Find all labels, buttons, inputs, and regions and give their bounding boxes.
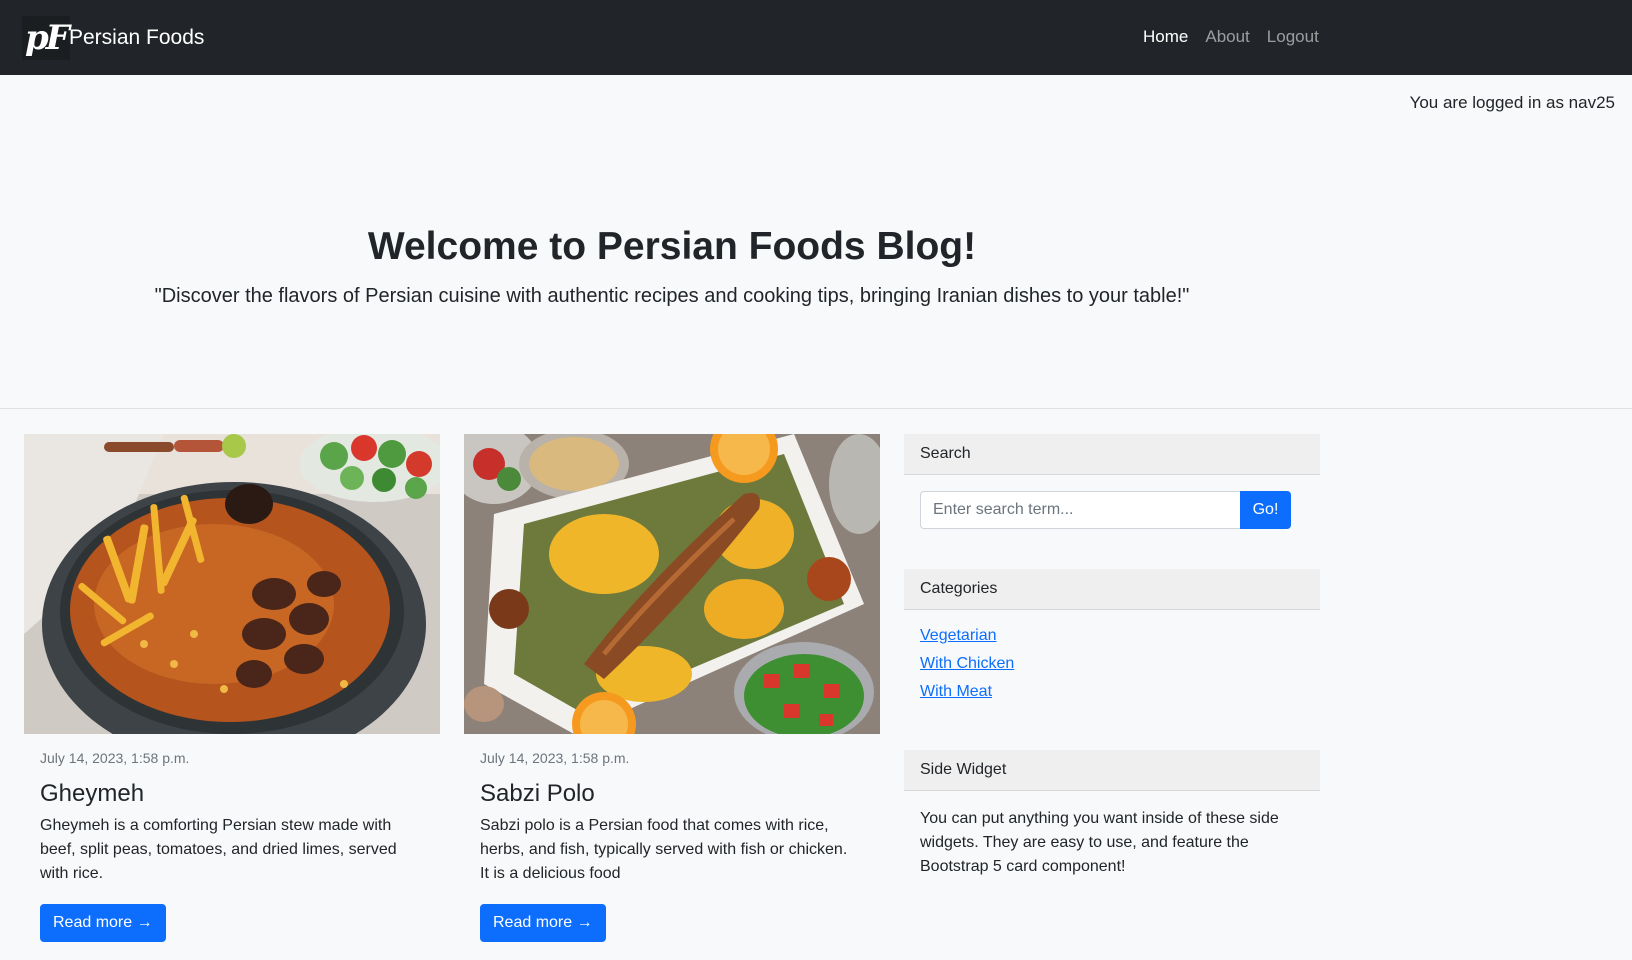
brand-name[interactable]: Persian Foods — [69, 26, 204, 50]
side-widget: Side Widget You can put anything you wan… — [904, 750, 1320, 900]
login-status: You are logged in as nav25 — [1409, 93, 1615, 112]
sabzi-polo-image — [464, 434, 880, 734]
category-link-vegetarian[interactable]: Vegetarian — [920, 627, 997, 644]
stew-bowl-image — [24, 434, 440, 734]
post-title: Sabzi Polo — [480, 780, 595, 807]
section-divider — [0, 408, 1632, 409]
post-card-gheymeh: July 14, 2023, 1:58 p.m. Gheymeh Gheymeh… — [24, 434, 440, 942]
search-row: Go! — [920, 491, 1291, 529]
post-date: July 14, 2023, 1:58 p.m. — [40, 750, 190, 766]
nav-link-home[interactable]: Home — [1143, 27, 1188, 47]
post-title: Gheymeh — [40, 780, 145, 807]
side-widget-text: You can put anything you want inside of … — [920, 810, 1279, 875]
category-item: With Chicken — [920, 655, 1014, 683]
hero-subtitle: "Discover the flavors of Persian cuisine… — [154, 285, 1190, 307]
search-widget: Search Go! — [904, 434, 1320, 544]
search-widget-header: Search — [904, 434, 1320, 475]
category-link-with-chicken[interactable]: With Chicken — [920, 655, 1014, 672]
hero-title: Welcome to Persian Foods Blog! — [367, 225, 977, 268]
post-card-sabzi-polo: July 14, 2023, 1:58 p.m. Sabzi Polo Sabz… — [464, 434, 880, 942]
brand-logo[interactable]: pF — [22, 16, 70, 60]
post-image-gheymeh[interactable] — [24, 434, 440, 734]
category-item: Vegetarian — [920, 627, 1014, 655]
search-go-button[interactable]: Go! — [1240, 491, 1291, 529]
post-image-sabzi-polo[interactable] — [464, 434, 880, 734]
category-link-with-meat[interactable]: With Meat — [920, 683, 992, 700]
post-date: July 14, 2023, 1:58 p.m. — [480, 750, 630, 766]
brand[interactable]: pF Persian Foods — [22, 16, 204, 60]
read-more-button-gheymeh[interactable]: Read more → — [40, 904, 166, 942]
categories-widget: Categories Vegetarian With Chicken With … — [904, 569, 1320, 719]
category-list: Vegetarian With Chicken With Meat — [920, 627, 1014, 711]
post-excerpt: Sabzi polo is a Persian food that comes … — [480, 817, 848, 882]
nav-link-logout[interactable]: Logout — [1267, 27, 1319, 47]
top-navbar: pF Persian Foods Home About Logout — [0, 0, 1632, 75]
side-widget-header: Side Widget — [904, 750, 1320, 791]
category-item: With Meat — [920, 683, 1014, 711]
search-input[interactable] — [920, 491, 1240, 529]
nav-links: Home About Logout — [1143, 27, 1319, 47]
read-more-button-sabzi-polo[interactable]: Read more → — [480, 904, 606, 942]
post-excerpt: Gheymeh is a comforting Persian stew mad… — [40, 817, 397, 882]
categories-widget-header: Categories — [904, 569, 1320, 610]
nav-link-about[interactable]: About — [1205, 27, 1249, 47]
